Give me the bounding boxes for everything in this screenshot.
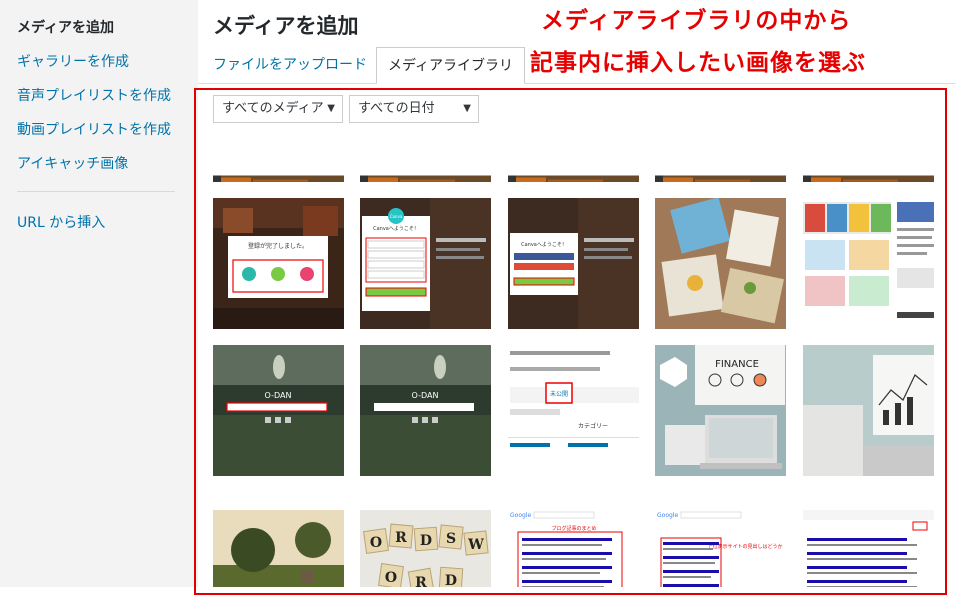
word-tile: S <box>446 531 456 547</box>
menu-create-video-playlist[interactable]: 動画プレイリストを作成 <box>17 119 171 139</box>
word-tile: R <box>415 575 427 587</box>
attachments-grid: 登録が完了しました。 Canva Canvaへようこそ！ Canvaへようこそ！… <box>198 128 943 587</box>
attachment-thumbnail[interactable]: O-DAN <box>213 345 344 476</box>
attachment-thumbnail[interactable]: O R D S W O R D <box>360 492 491 587</box>
dropdown-arrow-icon: ▼ <box>463 103 471 114</box>
annotation-line-1: メディアライブラリの中から <box>541 7 852 34</box>
ohdan-logo: O-DAN <box>412 391 439 400</box>
column-header: カテゴリー <box>578 422 608 430</box>
canva-logo: Canva <box>390 214 403 219</box>
attachment-thumbnail[interactable] <box>655 134 786 182</box>
menu-create-audio-playlist[interactable]: 音声プレイリストを作成 <box>17 85 171 105</box>
google-logo: Google <box>510 512 531 519</box>
word-tile: D <box>420 533 432 549</box>
media-sidebar: メディアを追加 ギャラリーを作成 音声プレイリストを作成 動画プレイリストを作成… <box>0 0 198 587</box>
dialog-title: Canvaへようこそ！ <box>373 225 419 232</box>
menu-insert-from-url[interactable]: URL から挿入 <box>17 212 105 232</box>
menu-add-media[interactable]: メディアを追加 <box>17 17 114 37</box>
ohdan-logo: O-DAN <box>265 391 292 400</box>
menu-create-gallery[interactable]: ギャラリーを作成 <box>17 51 129 71</box>
tab-upload-files[interactable]: ファイルをアップロード <box>202 47 378 84</box>
word-tile: R <box>395 530 407 546</box>
attachment-thumbnail[interactable]: Google 上位表示サイトの見出しはどうか <box>655 492 786 587</box>
attachment-thumbnail[interactable] <box>803 492 934 587</box>
attachment-thumbnail[interactable] <box>213 492 344 587</box>
attachment-thumbnail[interactable]: 未公開 カテゴリー <box>508 345 639 476</box>
dialog-title: Canvaへようこそ！ <box>521 241 567 248</box>
annotation-line-2: 記事内に挿入したい画像を選ぶ <box>528 43 868 77</box>
attachment-thumbnail[interactable] <box>360 134 491 182</box>
tab-media-library[interactable]: メディアライブラリ <box>376 47 526 84</box>
attachment-thumbnail[interactable] <box>803 345 934 476</box>
attachment-thumbnail[interactable] <box>655 198 786 329</box>
date-filter-value: すべての日付 <box>358 101 435 116</box>
media-type-filter-value: すべてのメディア <box>222 101 324 116</box>
media-type-filter[interactable]: すべてのメディア ▼ <box>213 95 343 123</box>
menu-featured-image[interactable]: アイキャッチ画像 <box>17 153 128 173</box>
attachment-thumbnail[interactable] <box>803 134 934 182</box>
word-tile: O <box>385 570 397 586</box>
attachment-thumbnail[interactable] <box>803 198 934 329</box>
word-tile: O <box>370 535 382 551</box>
date-filter[interactable]: すべての日付 ▼ <box>349 95 479 123</box>
word-tile: W <box>467 537 484 553</box>
attachment-thumbnail[interactable] <box>213 134 344 182</box>
dropdown-arrow-icon: ▼ <box>327 103 335 114</box>
annotation-label: ブログ記事のまとめ <box>551 525 596 532</box>
attachment-thumbnail[interactable]: Canva Canvaへようこそ！ <box>360 198 491 329</box>
attachment-thumbnail[interactable]: FINANCE <box>655 345 786 476</box>
attachment-thumbnail[interactable]: 登録が完了しました。 <box>213 198 344 329</box>
media-modal: メディアを追加 ギャラリーを作成 音声プレイリストを作成 動画プレイリストを作成… <box>0 0 955 597</box>
attachment-thumbnail[interactable]: Google ブログ記事のまとめ <box>508 492 639 587</box>
tab-label: 未公開 <box>550 390 568 398</box>
page-title: メディアを追加 <box>213 14 359 38</box>
dialog-title: 登録が完了しました。 <box>248 242 308 250</box>
attachment-thumbnail[interactable]: O-DAN <box>360 345 491 476</box>
attachment-thumbnail[interactable] <box>508 134 639 182</box>
finance-title: FINANCE <box>715 359 759 370</box>
word-tile: D <box>445 573 457 587</box>
attachment-thumbnail[interactable]: Canvaへようこそ！ <box>508 198 639 329</box>
sidebar-divider <box>17 191 175 192</box>
google-logo: Google <box>657 512 678 519</box>
